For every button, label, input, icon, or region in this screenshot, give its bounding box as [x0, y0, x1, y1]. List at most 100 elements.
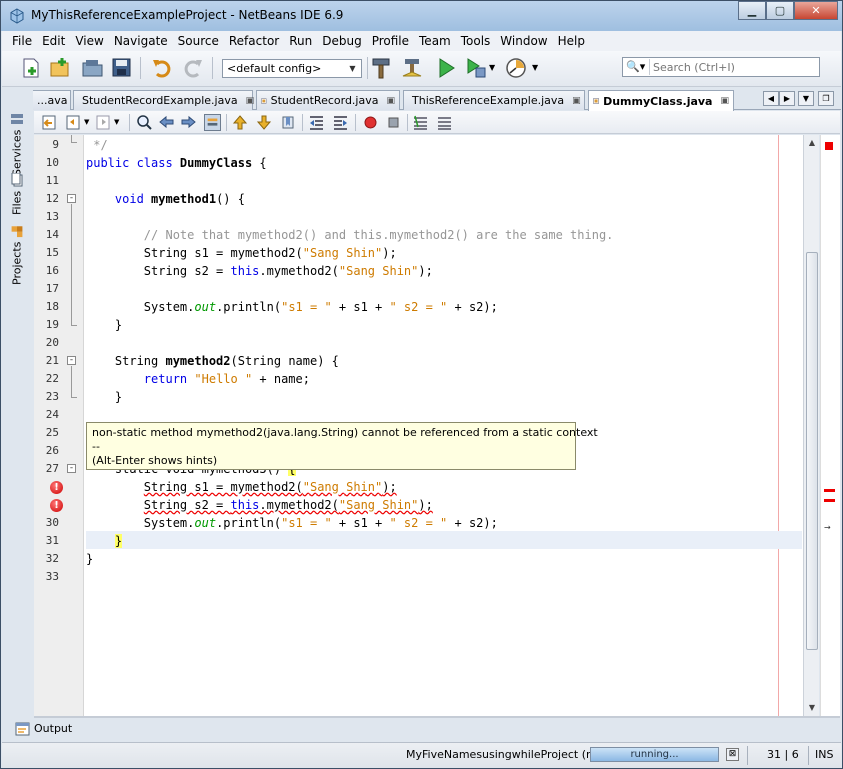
line-gutter[interactable]: 9 10 11 12 13 14 15 16 17 18 19 20 21 22…	[34, 135, 84, 716]
menu-help[interactable]: Help	[553, 31, 590, 51]
running-project-label[interactable]: MyFiveNamesusingwhileProject (run)	[406, 748, 609, 761]
debug-icon[interactable]	[464, 56, 488, 80]
menu-profile[interactable]: Profile	[367, 31, 414, 51]
menu-refactor[interactable]: Refactor	[224, 31, 284, 51]
shift-right-icon[interactable]	[332, 114, 349, 131]
find-icon[interactable]	[136, 114, 153, 131]
comment-icon[interactable]	[412, 114, 429, 131]
start-macro-icon[interactable]	[362, 114, 379, 131]
line-number: 13	[45, 210, 59, 223]
save-all-icon[interactable]	[110, 56, 134, 80]
maximize-icon: ▢	[774, 4, 786, 17]
tab-studentrecordexample[interactable]: StudentRecordExample.java ▣	[73, 90, 255, 110]
tab-list-button[interactable]: ▼	[798, 91, 814, 106]
find-previous-icon[interactable]	[158, 114, 175, 131]
next-bookmark-icon[interactable]	[256, 114, 273, 131]
forward-chevron-icon[interactable]: ▼	[114, 118, 119, 126]
menu-navigate[interactable]: Navigate	[109, 31, 173, 51]
error-icon[interactable]: !	[50, 499, 63, 512]
title-bar: MyThisReferenceExampleProject - NetBeans…	[1, 1, 842, 31]
line-number: 22	[45, 372, 59, 385]
new-file-icon[interactable]	[19, 56, 43, 80]
back-chevron-icon[interactable]: ▼	[84, 118, 89, 126]
tab-dummyclass[interactable]: DummyClass.java ▣	[588, 90, 734, 111]
menu-edit[interactable]: Edit	[37, 31, 70, 51]
minimize-button[interactable]: ▁	[738, 1, 766, 20]
menu-run[interactable]: Run	[284, 31, 317, 51]
tab-scroll-right-button[interactable]: ▶	[779, 91, 795, 106]
scroll-up-icon[interactable]: ▲	[805, 136, 819, 150]
output-window-icon[interactable]	[15, 722, 30, 736]
output-tab-label[interactable]: Output	[34, 722, 72, 735]
error-icon[interactable]: !	[50, 481, 63, 494]
chevron-right-icon: ▶	[783, 94, 791, 103]
progress-bar[interactable]: running...	[590, 747, 719, 762]
stop-macro-icon[interactable]	[385, 114, 402, 131]
error-stripe-mark[interactable]	[824, 499, 835, 502]
tab-scroll-left-button[interactable]: ◀	[763, 91, 779, 106]
main-toolbar: <default config> ▼ ▼ ▼ 🔍▾	[2, 51, 841, 87]
uncomment-icon[interactable]	[436, 114, 453, 131]
toggle-bookmark-icon[interactable]	[280, 114, 297, 131]
close-button[interactable]: ✕	[794, 1, 838, 20]
config-select[interactable]: <default config> ▼	[222, 59, 362, 78]
fold-toggle-icon[interactable]: -	[67, 464, 76, 473]
scroll-down-icon[interactable]: ▼	[805, 701, 819, 715]
vertical-scrollbar[interactable]: ▲ ▼	[803, 135, 819, 716]
menu-team[interactable]: Team	[414, 31, 456, 51]
tab-hidden-java[interactable]: ...ava	[33, 90, 71, 110]
left-side-strip: Services Files Projects	[2, 88, 32, 742]
line-number: 19	[45, 318, 59, 331]
error-status-indicator[interactable]	[825, 142, 833, 150]
tab-studentrecord[interactable]: StudentRecord.java ▣	[256, 90, 400, 110]
new-project-icon[interactable]	[48, 56, 72, 80]
run-icon[interactable]	[434, 56, 458, 80]
menu-source[interactable]: Source	[173, 31, 224, 51]
line-number: 23	[45, 390, 59, 403]
toggle-highlight-icon[interactable]	[204, 114, 221, 131]
side-tab-files[interactable]: Files	[7, 170, 27, 215]
fold-toggle-icon[interactable]: -	[67, 356, 76, 365]
error-stripe-mark[interactable]	[824, 489, 835, 492]
code-line: }	[86, 390, 123, 404]
menu-file[interactable]: File	[2, 31, 37, 51]
shift-left-icon[interactable]	[308, 114, 325, 131]
restore-window-button[interactable]: ❐	[818, 91, 834, 106]
menu-window[interactable]: Window	[495, 31, 552, 51]
menu-view[interactable]: View	[70, 31, 108, 51]
close-icon[interactable]: ▣	[246, 96, 255, 106]
ide-window: MyThisReferenceExampleProject - NetBeans…	[0, 0, 843, 769]
side-tab-services[interactable]: Services	[7, 96, 27, 176]
side-tab-projects[interactable]: Projects	[7, 225, 27, 285]
fold-toggle-icon[interactable]: -	[67, 194, 76, 203]
search-box[interactable]: 🔍▾	[622, 57, 820, 77]
profile-icon[interactable]	[504, 56, 528, 80]
undo-icon[interactable]	[150, 56, 174, 80]
tab-thisreferenceexample[interactable]: ThisReferenceExample.java ▣	[403, 90, 585, 110]
previous-bookmark-icon[interactable]	[232, 114, 249, 131]
open-project-icon[interactable]	[81, 56, 105, 80]
search-input[interactable]	[649, 59, 817, 75]
code-line: }	[86, 552, 94, 566]
close-icon[interactable]: ▣	[572, 96, 581, 106]
last-edit-icon[interactable]	[41, 114, 58, 131]
redo-icon[interactable]	[181, 56, 205, 80]
forward-icon[interactable]	[95, 114, 112, 131]
debug-chevron-icon[interactable]: ▼	[489, 63, 495, 72]
clean-build-icon[interactable]	[400, 56, 424, 80]
menu-tools[interactable]: Tools	[456, 31, 496, 51]
close-icon[interactable]: ▣	[720, 96, 729, 106]
error-stripe[interactable]: →	[820, 135, 840, 716]
search-icon[interactable]: 🔍▾	[626, 60, 646, 74]
find-next-icon[interactable]	[180, 114, 197, 131]
back-icon[interactable]	[65, 114, 82, 131]
cancel-task-icon[interactable]: ⊠	[726, 748, 739, 761]
close-icon[interactable]: ▣	[386, 96, 395, 106]
maximize-button[interactable]: ▢	[766, 1, 794, 20]
build-hammer-icon[interactable]	[369, 56, 393, 80]
code-line: System.out.println("s1 = " + s1 + " s2 =…	[86, 300, 498, 314]
profile-chevron-icon[interactable]: ▼	[532, 63, 538, 72]
tab-label: ThisReferenceExample.java	[412, 94, 565, 107]
menu-debug[interactable]: Debug	[317, 31, 366, 51]
scrollbar-thumb[interactable]	[806, 252, 818, 650]
